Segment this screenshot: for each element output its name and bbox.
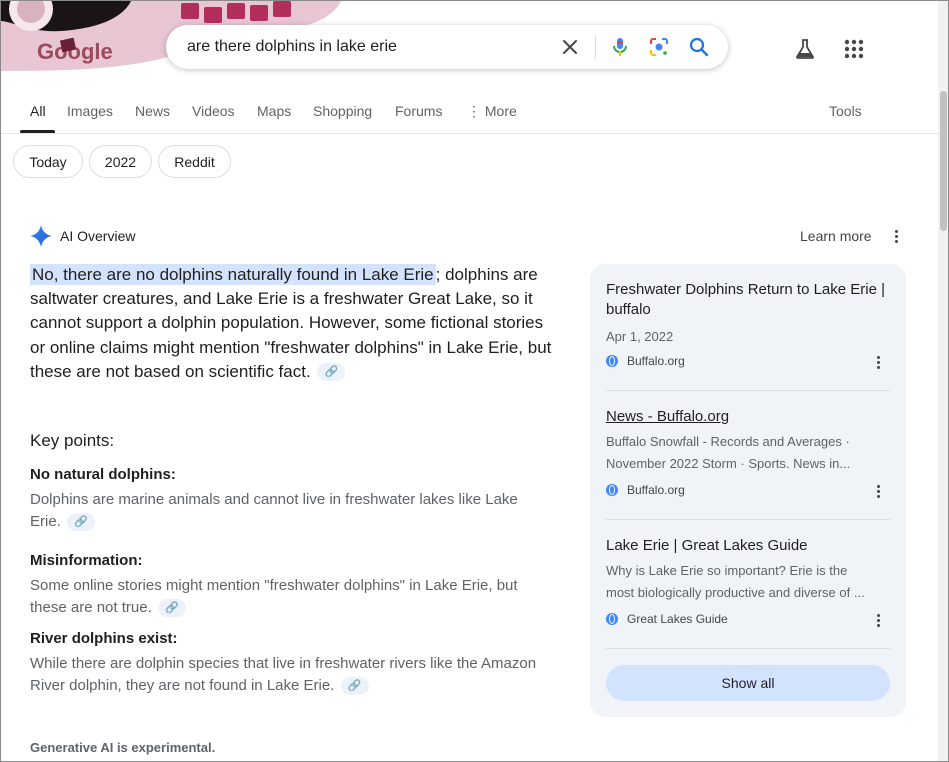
active-tab-indicator — [20, 130, 55, 133]
more-vert-icon: ⋮ — [467, 103, 485, 119]
browser-frame: Google are there dolphins in lake erie A… — [0, 0, 949, 762]
point-body: Some online stories might mention "fresh… — [30, 575, 550, 619]
source-site: Great Lakes Guide — [606, 612, 728, 626]
tab-shopping[interactable]: Shopping — [313, 103, 372, 119]
source-snippet: Why is Lake Erie so important? Erie is t… — [606, 563, 848, 578]
point-heading: No natural dolphins: — [30, 466, 176, 483]
point-text: Dolphins are marine animals and cannot l… — [30, 491, 518, 530]
source-card[interactable]: Lake Erie | Great Lakes Guide Why is Lak… — [606, 536, 890, 646]
link-icon[interactable]: 🔗 — [157, 599, 186, 618]
source-menu-icon[interactable] — [877, 485, 881, 501]
apps-icon[interactable] — [842, 37, 866, 61]
source-site-name: Buffalo.org — [627, 354, 685, 368]
globe-icon — [606, 355, 618, 367]
source-divider — [606, 648, 890, 649]
search-divider — [595, 35, 596, 59]
point-heading: River dolphins exist: — [30, 630, 178, 647]
point-body: While there are dolphin species that liv… — [30, 653, 550, 697]
globe-icon — [606, 484, 618, 496]
search-icon[interactable] — [688, 36, 710, 58]
tab-videos[interactable]: Videos — [192, 103, 235, 119]
page-scrollbar[interactable] — [938, 1, 948, 761]
generative-ai-note: Generative AI is experimental. — [30, 740, 216, 755]
source-date: Apr 1, 2022 — [606, 329, 674, 344]
source-title[interactable]: Lake Erie | Great Lakes Guide — [606, 536, 890, 556]
link-icon[interactable]: 🔗 — [67, 513, 96, 532]
gemini-sparkle-icon — [30, 225, 52, 247]
chip-reddit[interactable]: Reddit — [158, 145, 231, 178]
show-all-button[interactable]: Show all — [606, 665, 890, 701]
tab-forums[interactable]: Forums — [395, 103, 442, 119]
source-menu-icon[interactable] — [877, 356, 881, 372]
source-snippet: November 2022 Storm · Sports. News in... — [606, 456, 851, 471]
ai-overview-menu-icon[interactable] — [895, 230, 899, 246]
source-snippet: most biologically productive and diverse… — [606, 585, 865, 600]
tab-maps[interactable]: Maps — [257, 103, 291, 119]
lens-icon[interactable] — [648, 36, 670, 58]
tab-news[interactable]: News — [135, 103, 170, 119]
point-heading: Misinformation: — [30, 552, 143, 569]
link-icon[interactable]: 🔗 — [317, 363, 346, 382]
source-snippet: Buffalo Snowfall - Records and Averages … — [606, 434, 850, 449]
tab-more[interactable]: ⋮ More — [467, 103, 517, 120]
point-body: Dolphins are marine animals and cannot l… — [30, 489, 550, 533]
close-icon[interactable] — [560, 37, 580, 57]
ai-overview-lead: No, there are no dolphins naturally foun… — [30, 263, 560, 384]
source-title[interactable]: Freshwater Dolphins Return to Lake Erie … — [606, 280, 890, 320]
labs-icon[interactable] — [793, 37, 817, 61]
scrollbar-thumb[interactable] — [940, 91, 947, 231]
chip-today[interactable]: Today — [13, 145, 83, 178]
globe-icon — [606, 613, 618, 625]
source-card[interactable]: Freshwater Dolphins Return to Lake Erie … — [606, 280, 890, 390]
source-divider — [606, 519, 890, 520]
search-input[interactable]: are there dolphins in lake erie — [187, 38, 397, 56]
learn-more-link[interactable]: Learn more — [800, 228, 872, 244]
mic-icon[interactable] — [609, 36, 631, 58]
tab-more-label: More — [484, 103, 517, 119]
tab-all[interactable]: All — [30, 103, 46, 119]
source-title[interactable]: News - Buffalo.org — [606, 407, 890, 427]
link-icon[interactable]: 🔗 — [340, 677, 369, 696]
tab-images[interactable]: Images — [67, 103, 113, 119]
source-card[interactable]: News - Buffalo.org Buffalo Snowfall - Re… — [606, 407, 890, 517]
lead-highlight: No, there are no dolphins naturally foun… — [30, 264, 436, 285]
search-box[interactable]: are there dolphins in lake erie — [166, 25, 728, 69]
chip-2022[interactable]: 2022 — [89, 145, 152, 178]
source-site-name: Great Lakes Guide — [627, 612, 728, 626]
tools-button[interactable]: Tools — [829, 103, 862, 119]
source-divider — [606, 390, 890, 391]
search-tabs: All Images News Videos Maps Shopping For… — [1, 93, 948, 134]
logo-text: Google — [37, 39, 113, 64]
ai-overview-title: AI Overview — [60, 228, 136, 244]
source-menu-icon[interactable] — [877, 614, 881, 630]
source-site: Buffalo.org — [606, 354, 685, 368]
key-points-title: Key points: — [30, 431, 115, 450]
point-text: Some online stories might mention "fresh… — [30, 577, 518, 616]
sources-panel: Freshwater Dolphins Return to Lake Erie … — [590, 264, 906, 717]
source-site: Buffalo.org — [606, 483, 685, 497]
point-text: While there are dolphin species that liv… — [30, 655, 537, 694]
source-site-name: Buffalo.org — [627, 483, 685, 497]
